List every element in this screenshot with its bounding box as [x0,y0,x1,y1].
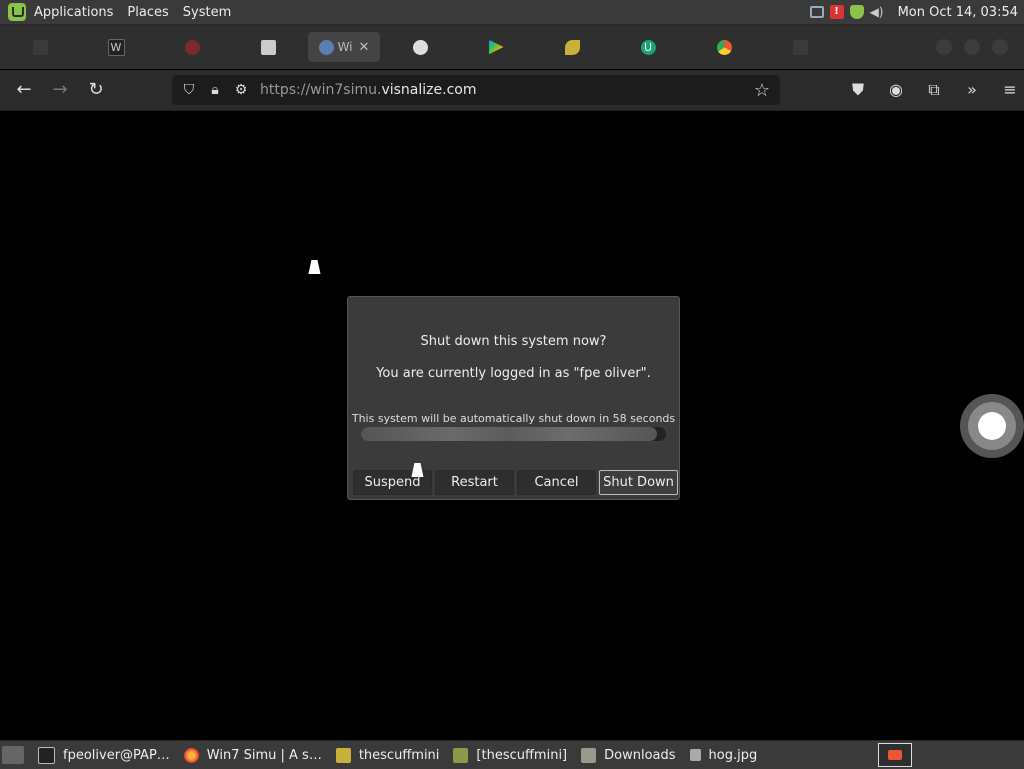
volume-icon[interactable]: ◀) [870,5,884,19]
play-icon [488,39,504,55]
forward-icon[interactable]: → [48,78,72,102]
menu-system[interactable]: System [183,5,231,20]
task-label: Win7 Simu | A s… [206,747,322,763]
task-terminal[interactable]: fpeoliver@PAP… [38,746,170,764]
mint-logo-icon[interactable] [8,3,26,21]
tab-7[interactable] [460,32,532,62]
url-bar[interactable]: ⛉ 🔒︎ ⚙ https://win7simu.visnalize.com ☆ [172,75,780,105]
clock[interactable]: Mon Oct 14, 03:54 [898,5,1018,20]
app-icon [184,39,200,55]
tab-5-active[interactable]: Wi ✕ [308,32,380,62]
task-thescuffmini-viewer[interactable]: [thescuffmini] [453,747,568,763]
tab-1[interactable] [4,32,76,62]
github-icon [412,39,428,55]
task-label: thescuffmini [358,747,440,763]
task-hog-jpg[interactable]: hog.jpg [689,747,758,763]
image-icon [335,747,351,763]
menu-applications[interactable]: Applications [34,5,113,20]
task-thescuffmini[interactable]: thescuffmini [335,747,440,763]
lock-icon[interactable]: 🔒︎ [206,82,224,98]
shield-icon[interactable] [849,5,864,19]
show-desktop-icon[interactable] [2,746,24,764]
tab-4[interactable] [232,32,304,62]
menu-places[interactable]: Places [127,5,168,20]
task-downloads[interactable]: Downloads [581,747,676,763]
nav-bar: ← → ↻ ⛉ 🔒︎ ⚙ https://win7simu.visnalize.… [0,70,1024,111]
url-domain: visnalize.com [381,82,477,98]
chrome-icon [716,39,732,55]
tracking-shield-icon[interactable]: ⛉ [180,82,198,98]
tab-6[interactable] [384,32,456,62]
back-icon[interactable]: ← [12,78,36,102]
reload-icon[interactable]: ↻ [84,78,108,102]
url-prefix: https://win7simu. [260,82,382,98]
close-tab-icon[interactable]: ✕ [359,40,370,55]
restart-button[interactable]: Restart [435,470,514,495]
folder-icon [581,747,597,763]
tab-8[interactable] [536,32,608,62]
taskbar: fpeoliver@PAP… Win7 Simu | A s… thescuff… [0,740,1024,769]
wikipedia-icon: W [107,38,125,56]
menu-icon[interactable]: ≡ [998,78,1022,102]
network-icon[interactable] [809,6,824,18]
task-label: fpeoliver@PAP… [63,747,170,763]
countdown-progress [361,427,666,441]
tab-2[interactable]: W [80,32,152,62]
workspace-switcher[interactable] [878,743,912,767]
top-panel: Applications Places System ! ◀) Mon Oct … [0,0,1024,25]
window-controls [936,39,1008,55]
dialog-subtitle: You are currently logged in as "fpe oliv… [376,366,651,381]
permissions-icon[interactable]: ⚙ [232,82,250,98]
overflow-icon[interactable]: » [960,78,984,102]
terminal-icon [38,746,55,764]
tab-bar: W Wi ✕ U [0,25,1024,69]
toolbar-right: ⛊ ◉ ⧉ » ≡ [846,78,1022,102]
u-icon: U [640,39,656,55]
progress-fill [361,427,657,441]
maximize-icon[interactable] [964,39,980,55]
dialog-title: Shut down this system now? [420,334,607,349]
countdown-text: This system will be automatically shut d… [351,412,676,425]
pocket-icon[interactable]: ⛊ [846,78,870,102]
tab-title: Wi [337,40,353,54]
floating-action-button[interactable] [960,394,1024,458]
task-firefox[interactable]: Win7 Simu | A s… [183,747,322,763]
account-icon[interactable]: ◉ [884,78,908,102]
task-label: Downloads [604,747,676,763]
tab-icon [792,39,808,55]
tab-10[interactable] [688,32,760,62]
leaf-icon [564,39,580,55]
tab-3[interactable] [156,32,228,62]
task-label: [thescuffmini] [476,747,568,763]
extensions-icon[interactable]: ⧉ [922,78,946,102]
shutdown-button[interactable]: Shut Down [599,470,678,495]
close-window-icon[interactable] [992,39,1008,55]
bookmark-star-icon[interactable]: ☆ [754,80,770,101]
file-icon [689,749,701,761]
tab-11[interactable] [764,32,836,62]
dialog-buttons: Suspend Restart Cancel Shut Down [353,470,678,495]
page-icon [260,39,276,55]
tab-9[interactable]: U [612,32,684,62]
minimize-icon[interactable] [936,39,952,55]
image-viewer-icon [453,747,469,763]
firefox-icon [183,747,199,763]
system-tray: ! ◀) Mon Oct 14, 03:54 [809,5,1018,20]
app-indicator-icon [888,750,902,760]
shutdown-dialog: Shut down this system now? You are curre… [347,296,680,500]
task-label: hog.jpg [708,747,758,763]
globe-icon [318,39,334,55]
warning-icon[interactable]: ! [829,5,844,19]
generic-tab-icon [32,39,48,55]
cancel-button[interactable]: Cancel [517,470,596,495]
url-text[interactable]: https://win7simu.visnalize.com [260,82,476,98]
